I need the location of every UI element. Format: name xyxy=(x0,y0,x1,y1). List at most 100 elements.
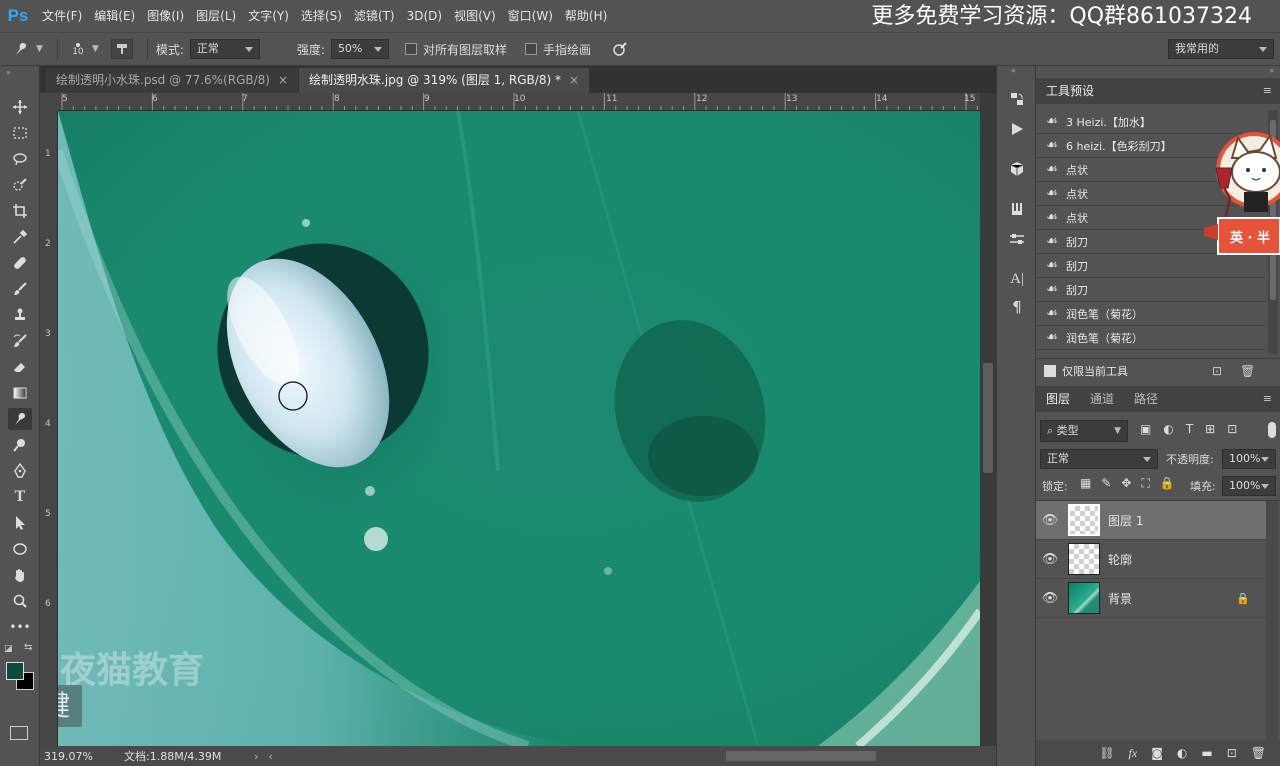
folder-icon[interactable]: ▬ xyxy=(1201,746,1212,760)
finger-painting-checkbox[interactable] xyxy=(524,43,537,55)
strength-dropdown[interactable]: 50% xyxy=(330,39,389,59)
adjustment-filter-icon[interactable]: ◐ xyxy=(1163,422,1173,436)
smudge-tool[interactable] xyxy=(8,408,32,430)
swap-colors-icon[interactable]: ⇆ xyxy=(24,642,32,653)
layer-name[interactable]: 图层 1 xyxy=(1108,512,1143,529)
visibility-eye-icon[interactable]: 👁 xyxy=(1036,513,1064,528)
vertical-scrollbar[interactable] xyxy=(980,93,996,746)
trash-icon[interactable]: 🗑 xyxy=(1251,746,1266,760)
current-tool-only-checkbox[interactable] xyxy=(1044,364,1056,377)
healing-brush-tool[interactable] xyxy=(8,252,32,274)
chevron-down-icon[interactable]: ▼ xyxy=(92,44,99,54)
chevron-right-icon[interactable]: › xyxy=(254,750,258,763)
layer-filter-dropdown[interactable]: ⌕ 类型 ▼ xyxy=(1040,420,1128,442)
lasso-tool[interactable] xyxy=(8,148,32,170)
blend-mode-dropdown[interactable]: 正常 xyxy=(1040,449,1158,469)
collapse-icon[interactable]: » xyxy=(1269,66,1274,75)
menu-filter[interactable]: 滤镜(T) xyxy=(348,0,401,32)
3d-panel-icon[interactable] xyxy=(1005,158,1029,180)
brush-tool[interactable] xyxy=(8,278,32,300)
lock-transparent-icon[interactable]: ▦ xyxy=(1080,476,1091,491)
adjustment-layer-icon[interactable]: ◐ xyxy=(1177,746,1187,760)
menu-edit[interactable]: 编辑(E) xyxy=(88,0,141,32)
tab-paths[interactable]: 路径 xyxy=(1124,387,1168,411)
type-tool[interactable]: T xyxy=(8,486,32,508)
visibility-eye-icon[interactable]: 👁 xyxy=(1036,552,1064,567)
new-preset-icon[interactable]: ⊡ xyxy=(1212,364,1222,378)
actions-panel-icon[interactable] xyxy=(1005,118,1029,140)
quick-select-tool[interactable] xyxy=(8,174,32,196)
stamp-tool[interactable] xyxy=(8,304,32,326)
filter-toggle[interactable] xyxy=(1268,422,1276,438)
screen-mode-icon[interactable] xyxy=(10,726,28,740)
trash-icon[interactable]: 🗑 xyxy=(1240,364,1255,378)
menu-select[interactable]: 选择(S) xyxy=(295,0,348,32)
menu-type[interactable]: 文字(Y) xyxy=(242,0,295,32)
tool-preset-picker[interactable]: ▼ xyxy=(6,40,49,58)
tab-channels[interactable]: 通道 xyxy=(1080,387,1124,411)
layer-row[interactable]: 👁 背景 🔒 xyxy=(1036,579,1266,618)
paragraph-panel-icon[interactable]: ¶ xyxy=(1005,296,1029,318)
layer-row[interactable]: 👁 图层 1 xyxy=(1036,501,1266,540)
menu-layer[interactable]: 图层(L) xyxy=(190,0,242,32)
close-icon[interactable]: × xyxy=(569,73,579,87)
mask-icon[interactable]: ◙ xyxy=(1151,746,1163,760)
gradient-tool[interactable] xyxy=(8,382,32,404)
history-brush-tool[interactable] xyxy=(8,330,32,352)
chevron-left-icon[interactable]: ‹ xyxy=(268,750,272,763)
scroll-thumb[interactable] xyxy=(983,363,993,473)
shape-tool[interactable] xyxy=(8,538,32,560)
menu-window[interactable]: 窗口(W) xyxy=(502,0,559,32)
photoshop-logo[interactable]: Ps xyxy=(0,0,36,32)
eraser-tool[interactable] xyxy=(8,356,32,378)
menu-help[interactable]: 帮助(H) xyxy=(559,0,613,32)
foreground-color-swatch[interactable] xyxy=(6,662,24,680)
menu-view[interactable]: 视图(V) xyxy=(448,0,502,32)
workspace-dropdown[interactable]: 我常用的 xyxy=(1168,39,1274,59)
collapse-icon[interactable]: « xyxy=(1011,66,1016,75)
zoom-tool[interactable] xyxy=(8,590,32,612)
dodge-tool[interactable] xyxy=(8,434,32,456)
close-icon[interactable]: × xyxy=(278,73,288,87)
layer-name[interactable]: 轮廓 xyxy=(1108,551,1132,568)
link-icon[interactable]: ⛓ xyxy=(1099,746,1114,760)
scroll-thumb[interactable] xyxy=(726,751,876,761)
menu-file[interactable]: 文件(F) xyxy=(36,0,88,32)
opacity-input[interactable]: 100% xyxy=(1222,449,1276,469)
visibility-eye-icon[interactable]: 👁 xyxy=(1036,591,1064,606)
tab-tool-presets[interactable]: 工具预设 xyxy=(1036,78,1105,104)
layer-row[interactable]: 👁 轮廓 xyxy=(1036,540,1266,579)
list-item[interactable]: ☙ 刮刀 xyxy=(1036,278,1266,302)
shape-filter-icon[interactable]: ⊞ xyxy=(1205,422,1215,436)
smart-object-filter-icon[interactable]: ⊡ xyxy=(1227,422,1237,436)
panel-menu-icon[interactable]: ≡ xyxy=(1263,392,1272,405)
list-item[interactable]: ☙ 润色笔（菊花） xyxy=(1036,326,1266,350)
menu-image[interactable]: 图像(I) xyxy=(141,0,190,32)
lock-artboard-icon[interactable]: ⛶ xyxy=(1141,476,1149,491)
fill-input[interactable]: 100% xyxy=(1222,476,1276,496)
tab-document-2[interactable]: 绘制透明水珠.jpg @ 319% (图层 1, RGB/8) * × xyxy=(299,68,590,93)
pen-tool[interactable] xyxy=(8,460,32,482)
lock-all-icon[interactable]: 🔒 xyxy=(1160,476,1175,491)
mode-dropdown[interactable]: 正常 xyxy=(189,39,260,59)
layer-name[interactable]: 背景 xyxy=(1108,590,1132,607)
character-panel-icon[interactable]: A| xyxy=(1005,268,1029,290)
more-tools[interactable]: ••• xyxy=(8,616,32,638)
eyedropper-tool[interactable] xyxy=(8,226,32,248)
lock-position-icon[interactable]: ✥ xyxy=(1121,476,1131,491)
brush-presets-icon[interactable] xyxy=(1005,198,1029,220)
brush-settings-panel-icon[interactable] xyxy=(1005,228,1029,250)
fx-icon[interactable]: fx xyxy=(1129,746,1138,761)
zoom-level[interactable]: 319.07% xyxy=(44,750,124,763)
hand-tool[interactable] xyxy=(8,564,32,586)
collapse-icon[interactable]: » xyxy=(6,68,11,77)
vertical-scrollbar[interactable] xyxy=(1266,501,1278,741)
marquee-tool[interactable] xyxy=(8,122,32,144)
path-select-tool[interactable] xyxy=(8,512,32,534)
move-tool[interactable] xyxy=(8,96,32,118)
new-layer-icon[interactable]: ⊡ xyxy=(1227,746,1237,760)
menu-3d[interactable]: 3D(D) xyxy=(401,0,448,32)
horizontal-scrollbar[interactable] xyxy=(276,746,976,766)
tab-document-1[interactable]: 绘制透明小水珠.psd @ 77.6%(RGB/8) × xyxy=(46,68,299,93)
pressure-icon[interactable] xyxy=(611,40,629,58)
